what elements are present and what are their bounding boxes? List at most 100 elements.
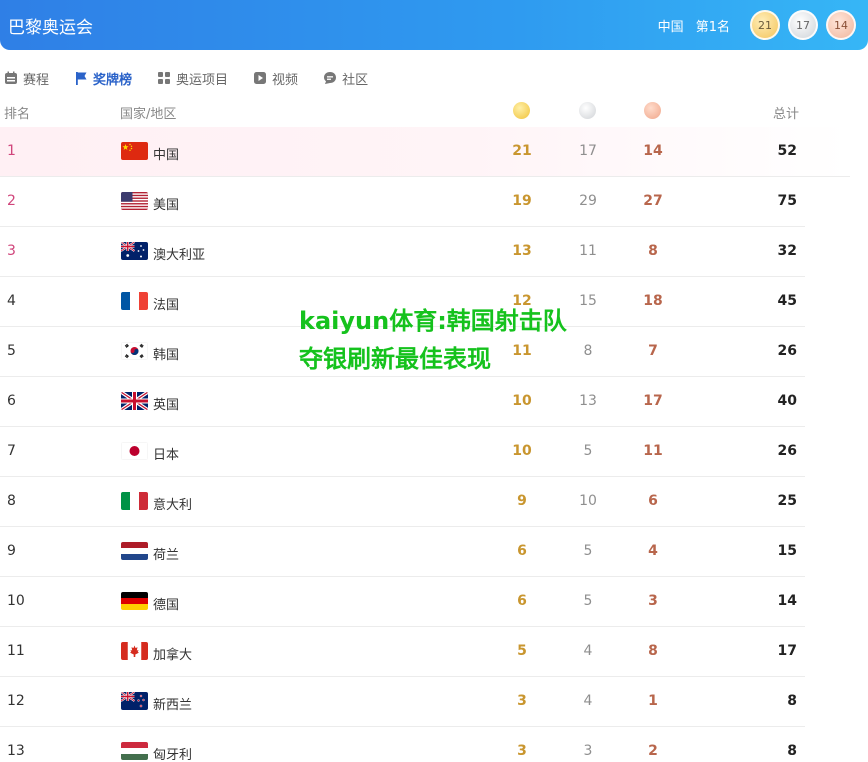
- bronze-count: 8: [648, 643, 658, 659]
- column-country: 国家/地区: [120, 107, 177, 122]
- table-row[interactable]: 3 澳大利亚 13 11 8 32: [0, 227, 805, 277]
- tab-olympic-sports[interactable]: 奥运项目: [157, 69, 228, 88]
- silver-count: 4: [583, 643, 593, 659]
- header-summary[interactable]: 中国 第1名 21 17 14: [658, 8, 856, 42]
- overlay-headline: kaiyun体育:韩国射击队夺银刷新最佳表现: [299, 307, 567, 373]
- table-row[interactable]: 12 新西兰 3 4 1 8: [0, 677, 805, 727]
- country-rank: 中国 第1名: [658, 16, 730, 35]
- app-header: 巴黎奥运会 中国 第1名 21 17 14: [0, 0, 868, 50]
- rank-cell: 9: [7, 543, 16, 559]
- tab-video[interactable]: 视频: [253, 69, 298, 88]
- rank-cell: 5: [7, 343, 16, 359]
- gold-count: 19: [512, 193, 532, 209]
- country-flag-icon: [121, 142, 148, 160]
- gold-count: 10: [512, 443, 532, 459]
- header-rank-label: 第1名: [695, 19, 730, 35]
- bronze-count: 17: [643, 393, 663, 409]
- total-count: 15: [777, 543, 797, 559]
- rank-cell: 7: [7, 443, 16, 459]
- total-count: 26: [777, 443, 797, 459]
- country-flag-icon: [121, 242, 148, 260]
- table-row[interactable]: 8 意大利 9 10 6 25: [0, 477, 805, 527]
- country-name: 韩国: [153, 348, 180, 363]
- country-name: 匈牙利: [153, 748, 193, 762]
- silver-count: 29: [579, 193, 597, 209]
- page-title: 巴黎奥运会: [8, 18, 93, 38]
- total-count: 26: [777, 343, 797, 359]
- country-flag-icon: [121, 292, 148, 310]
- tab-label: 社区: [342, 72, 369, 88]
- silver-count: 10: [579, 493, 597, 509]
- rank-cell: 10: [7, 593, 25, 609]
- country-flag-icon: [121, 192, 148, 210]
- country-name: 加拿大: [153, 648, 193, 663]
- bronze-count: 11: [643, 443, 663, 459]
- gold-count: 9: [517, 493, 527, 509]
- rank-cell: 6: [7, 393, 16, 409]
- country-flag-icon: [121, 692, 148, 710]
- total-count: 52: [777, 143, 797, 159]
- silver-count: 5: [583, 593, 593, 609]
- rank-cell: 11: [7, 643, 25, 659]
- rank-cell: 13: [7, 743, 25, 759]
- country-flag-icon: [121, 342, 148, 360]
- table-row[interactable]: 11 加拿大 5 4 8 17: [0, 627, 805, 677]
- total-count: 17: [777, 643, 797, 659]
- medal-table: 1 中国 21 17 14 52 2 美国 19 29 27 75 3 澳大利亚 13 11 8 32 4 法国 12 1…: [0, 127, 850, 762]
- table-header: 排名 国家/地区 总计: [0, 98, 805, 126]
- bronze-count: 14: [643, 143, 663, 159]
- bronze-count: 18: [643, 293, 663, 309]
- table-row[interactable]: 10 德国 6 5 3 14: [0, 577, 805, 627]
- gold-count: 10: [512, 393, 532, 409]
- country-name: 荷兰: [153, 548, 180, 563]
- tab-medal-table[interactable]: 奖牌榜: [74, 69, 132, 88]
- country-flag-icon: [121, 392, 148, 410]
- rank-cell: 1: [7, 143, 16, 159]
- gold-count: 5: [517, 643, 527, 659]
- country-flag-icon: [121, 742, 148, 760]
- column-rank: 排名: [4, 107, 31, 122]
- bronze-count: 2: [648, 743, 658, 759]
- bronze-count: 4: [648, 543, 658, 559]
- table-row[interactable]: 7 日本 10 5 11 26: [0, 427, 805, 477]
- gold-medal-count: 21: [750, 10, 780, 40]
- tab-label: 奥运项目: [176, 72, 229, 88]
- table-row[interactable]: 9 荷兰 6 5 4 15: [0, 527, 805, 577]
- bronze-count: 7: [648, 343, 658, 359]
- country-flag-icon: [121, 642, 148, 660]
- gold-count: 6: [517, 593, 527, 609]
- country-name: 法国: [153, 298, 180, 313]
- silver-count: 11: [579, 243, 597, 259]
- silver-count: 5: [583, 543, 593, 559]
- country-name: 中国: [153, 148, 180, 163]
- table-row[interactable]: 13 匈牙利 3 3 2 8: [0, 727, 805, 762]
- bronze-count: 6: [648, 493, 658, 509]
- country-name: 新西兰: [153, 698, 193, 713]
- total-count: 45: [777, 293, 797, 309]
- gold-count: 6: [517, 543, 527, 559]
- play-icon: [254, 72, 267, 84]
- country-flag-icon: [121, 492, 148, 510]
- table-row[interactable]: 2 美国 19 29 27 75: [0, 177, 805, 227]
- tab-community[interactable]: 社区: [323, 69, 368, 88]
- country-name: 美国: [153, 198, 180, 213]
- total-count: 8: [787, 693, 797, 709]
- total-count: 14: [777, 593, 797, 609]
- table-row[interactable]: 1 中国 21 17 14 52: [0, 127, 850, 177]
- tab-label: 赛程: [23, 72, 50, 88]
- silver-medal-count: 17: [788, 10, 818, 40]
- total-count: 8: [787, 743, 797, 759]
- table-row[interactable]: 6 英国 10 13 17 40: [0, 377, 805, 427]
- flag-icon: [76, 72, 87, 85]
- tab-schedule[interactable]: 赛程: [4, 69, 49, 88]
- total-count: 32: [777, 243, 797, 259]
- tab-bar: 赛程 奖牌榜 奥运项目 视频 社区: [0, 66, 393, 90]
- header-country: 中国: [657, 19, 684, 35]
- gold-count: 3: [517, 693, 527, 709]
- gold-count: 21: [512, 143, 532, 159]
- silver-count: 3: [583, 743, 593, 759]
- country-name: 德国: [153, 598, 180, 613]
- rank-cell: 2: [7, 193, 16, 209]
- silver-count: 5: [583, 443, 593, 459]
- rank-cell: 8: [7, 493, 16, 509]
